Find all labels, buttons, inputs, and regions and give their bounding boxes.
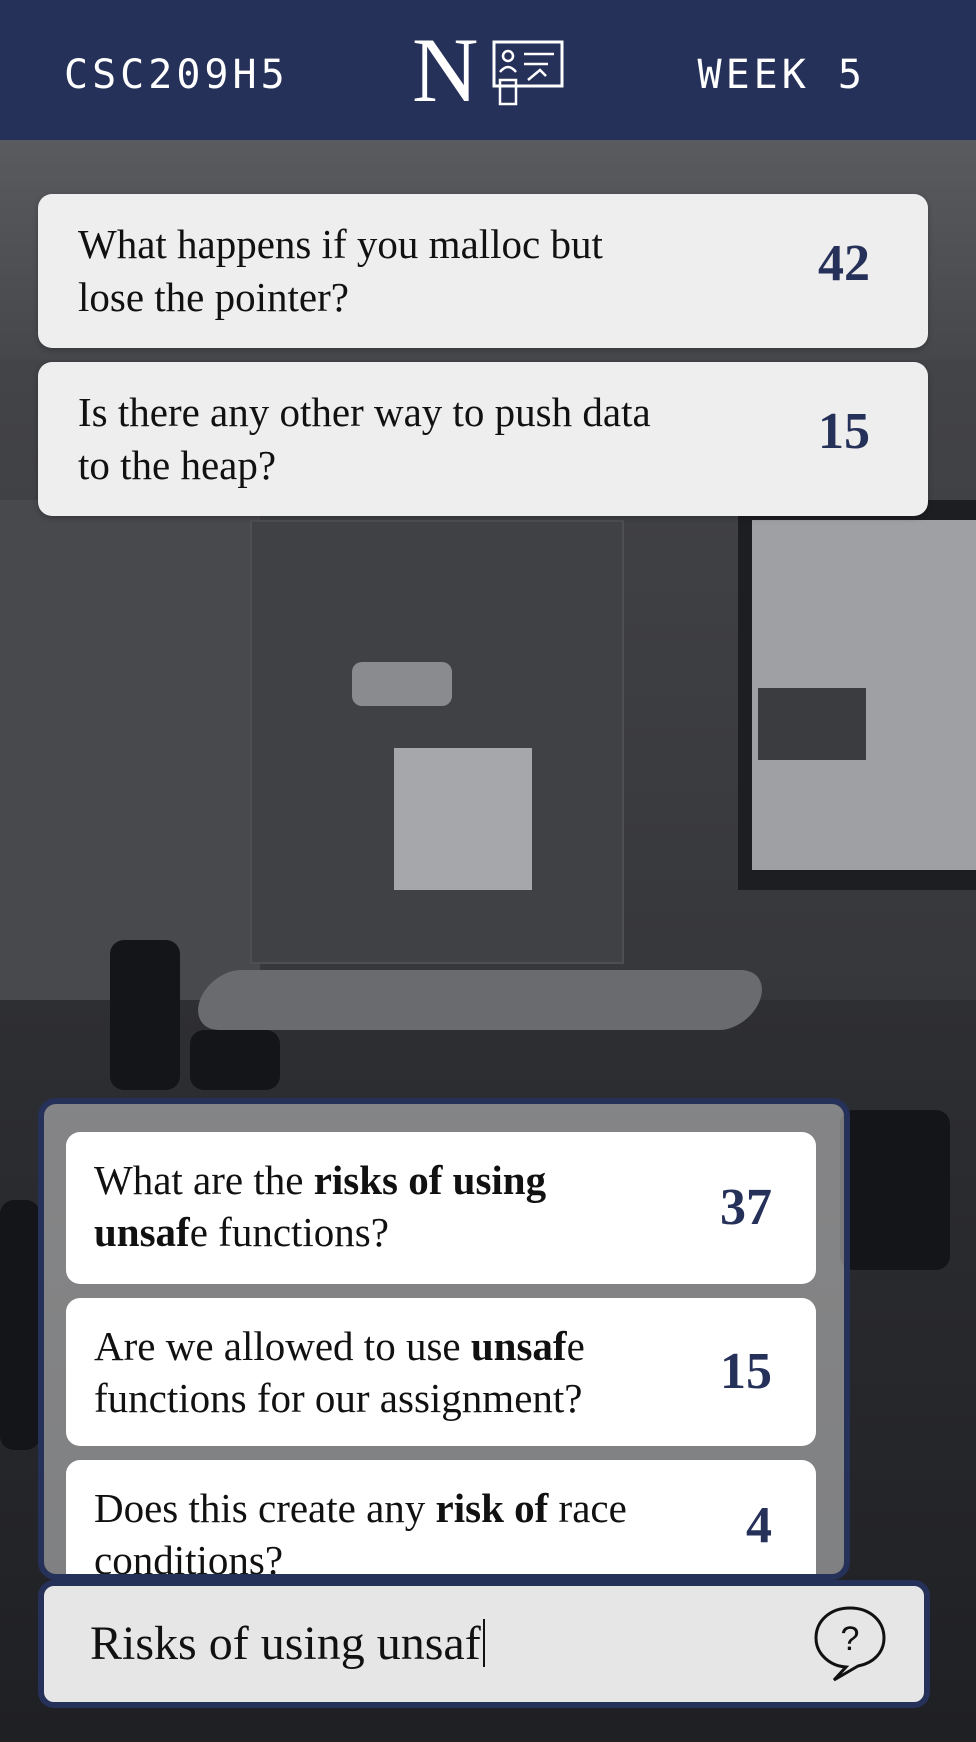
suggestion-text: What are the risks of using unsafe funct… <box>94 1157 547 1255</box>
text-cursor <box>482 1619 485 1667</box>
question-input-value[interactable]: Risks of using unsaf <box>90 1616 485 1671</box>
app-logo[interactable]: N <box>412 20 572 120</box>
question-card[interactable]: Is there any other way to push data to t… <box>38 362 928 516</box>
ask-button[interactable]: ? <box>810 1600 890 1686</box>
suggestion-text: Are we allowed to use unsafe functions f… <box>94 1323 585 1421</box>
suggestions-panel[interactable]: What are the risks of using unsafe funct… <box>38 1098 850 1580</box>
question-text: What happens if you malloc but lose the … <box>78 221 603 320</box>
question-card[interactable]: What happens if you malloc but lose the … <box>38 194 928 348</box>
suggestion-item[interactable]: What are the risks of using unsafe funct… <box>66 1132 816 1284</box>
suggestion-item[interactable]: Are we allowed to use unsafe functions f… <box>66 1298 816 1446</box>
suggestion-item[interactable]: Does this create any risk of race condit… <box>66 1460 816 1580</box>
vote-count: 37 <box>720 1179 772 1236</box>
suggestion-text: Does this create any risk of race condit… <box>94 1485 627 1580</box>
logo-letter: N <box>412 19 479 121</box>
vote-count: 15 <box>720 1343 772 1400</box>
vote-count: 4 <box>746 1497 772 1554</box>
app-header: CSC209H5 N WEEK 5 <box>0 0 976 140</box>
question-input[interactable]: Risks of using unsaf ? <box>38 1580 930 1708</box>
course-code: CSC209H5 <box>64 52 289 98</box>
vote-count: 15 <box>818 403 870 460</box>
presentation-board-icon <box>492 40 564 106</box>
vote-count: 42 <box>818 235 870 292</box>
week-label: WEEK 5 <box>697 52 866 98</box>
svg-text:?: ? <box>841 1620 860 1658</box>
question-bubble-icon: ? <box>814 1606 886 1682</box>
question-text: Is there any other way to push data to t… <box>78 389 651 488</box>
